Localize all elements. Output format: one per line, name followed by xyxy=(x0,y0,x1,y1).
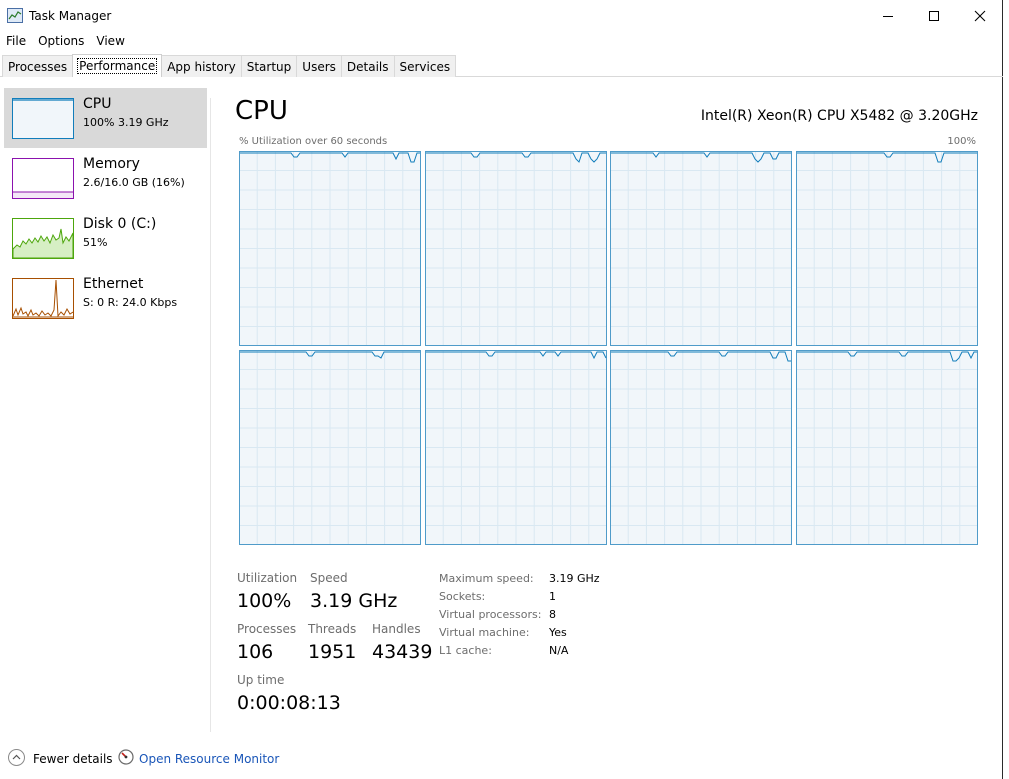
tab-label: Users xyxy=(302,60,336,74)
resource-summary: 100% 3.19 GHz xyxy=(83,116,169,129)
resource-summary: 2.6/16.0 GB (16%) xyxy=(83,176,185,189)
memory-thumbnail-graph xyxy=(12,158,74,199)
tab-label: App history xyxy=(167,60,236,74)
virtual-machine-label: Virtual machine: xyxy=(439,626,530,639)
uptime-value: 0:00:08:13 xyxy=(237,692,341,714)
logical-processor-graph-0 xyxy=(239,151,421,346)
speed-label: Speed xyxy=(310,571,348,585)
task-manager-icon xyxy=(7,8,23,23)
virtual-processors-label: Virtual processors: xyxy=(439,608,542,621)
handles-label: Handles xyxy=(372,622,421,636)
window-title: Task Manager xyxy=(29,9,112,23)
minimize-icon xyxy=(883,16,893,17)
menu-view[interactable]: View xyxy=(90,32,130,52)
tab-performance[interactable]: Performance xyxy=(72,54,163,77)
pane-divider[interactable] xyxy=(210,98,211,732)
sockets-label: Sockets: xyxy=(439,590,486,603)
chart-caption: % Utilization over 60 seconds xyxy=(239,136,388,147)
logical-processor-graph-5 xyxy=(424,349,607,545)
l1-cache-label: L1 cache: xyxy=(439,644,492,657)
chart-max-label: 100% xyxy=(947,136,976,147)
processes-label: Processes xyxy=(237,622,297,636)
uptime-label: Up time xyxy=(237,673,285,687)
tab-app-history[interactable]: App history xyxy=(161,55,242,77)
logical-processor-graph-3 xyxy=(795,151,978,346)
resource-name: Memory xyxy=(83,156,140,172)
speed-value: 3.19 GHz xyxy=(310,590,398,612)
resource-summary: 51% xyxy=(83,236,108,249)
menu-bar: File Options View xyxy=(0,32,131,52)
tab-processes[interactable]: Processes xyxy=(2,55,74,77)
handles-value: 43439 xyxy=(372,641,433,663)
threads-label: Threads xyxy=(308,622,357,636)
disk-thumbnail-graph xyxy=(12,218,74,259)
utilization-label: Utilization xyxy=(237,571,298,585)
maximize-button[interactable] xyxy=(911,0,957,32)
menu-file[interactable]: File xyxy=(0,32,32,52)
tab-details[interactable]: Details xyxy=(340,55,395,77)
logical-processor-graph-4 xyxy=(239,349,421,545)
logical-processor-graph-6 xyxy=(610,349,792,545)
resource-list: CPU 100% 3.19 GHz Memory 2.6/16.0 GB (16… xyxy=(0,88,210,733)
page-title: CPU xyxy=(235,96,288,126)
tab-label: Performance xyxy=(77,58,158,74)
tab-services[interactable]: Services xyxy=(393,55,457,77)
resource-name: Ethernet xyxy=(83,276,144,292)
fewer-details-button[interactable]: Fewer details xyxy=(33,752,113,766)
utilization-value: 100% xyxy=(237,590,292,612)
resource-name: Disk 0 (C:) xyxy=(83,216,157,232)
virtual-machine-value: Yes xyxy=(549,626,567,639)
resource-monitor-icon[interactable] xyxy=(118,749,134,765)
tab-startup[interactable]: Startup xyxy=(240,55,298,77)
logical-processor-graph-2 xyxy=(610,151,792,346)
virtual-processors-value: 8 xyxy=(549,608,556,621)
max-speed-value: 3.19 GHz xyxy=(549,572,600,585)
cpu-thumbnail-graph xyxy=(12,98,74,139)
desktop-background xyxy=(1003,0,1009,779)
cpu-model-name: Intel(R) Xeon(R) CPU X5482 @ 3.20GHz xyxy=(700,108,978,124)
max-speed-label: Maximum speed: xyxy=(439,572,534,585)
footer: Fewer details Open Resource Monitor xyxy=(0,740,1003,779)
resource-memory[interactable]: Memory 2.6/16.0 GB (16%) xyxy=(4,148,207,208)
tab-users[interactable]: Users xyxy=(296,55,342,77)
logical-processor-graph-7 xyxy=(795,349,978,545)
menu-options[interactable]: Options xyxy=(32,32,90,52)
minimize-button[interactable] xyxy=(865,0,911,32)
tab-label: Services xyxy=(399,60,451,74)
tab-label: Details xyxy=(346,60,389,74)
close-button[interactable] xyxy=(957,0,1003,32)
resource-cpu[interactable]: CPU 100% 3.19 GHz xyxy=(4,88,207,148)
resource-disk[interactable]: Disk 0 (C:) 51% xyxy=(4,208,207,268)
chevron-up-icon[interactable] xyxy=(8,749,25,766)
close-icon xyxy=(974,10,986,22)
processes-value: 106 xyxy=(237,641,274,663)
task-manager-window: Task Manager File Options View Processes… xyxy=(0,0,1003,779)
l1-cache-value: N/A xyxy=(549,644,569,657)
title-bar[interactable]: Task Manager xyxy=(0,0,1003,32)
open-resource-monitor-link[interactable]: Open Resource Monitor xyxy=(139,752,279,766)
tab-bar: Processes Performance App history Startu… xyxy=(0,54,1003,77)
logical-processor-graph-1 xyxy=(424,151,607,346)
threads-value: 1951 xyxy=(308,641,357,663)
ethernet-thumbnail-graph xyxy=(12,278,74,319)
resource-name: CPU xyxy=(83,96,112,112)
sockets-value: 1 xyxy=(549,590,556,603)
maximize-icon xyxy=(929,11,939,21)
resource-ethernet[interactable]: Ethernet S: 0 R: 24.0 Kbps xyxy=(4,268,207,328)
tab-label: Startup xyxy=(246,60,292,74)
tab-label: Processes xyxy=(8,60,68,74)
resource-summary: S: 0 R: 24.0 Kbps xyxy=(83,296,178,309)
